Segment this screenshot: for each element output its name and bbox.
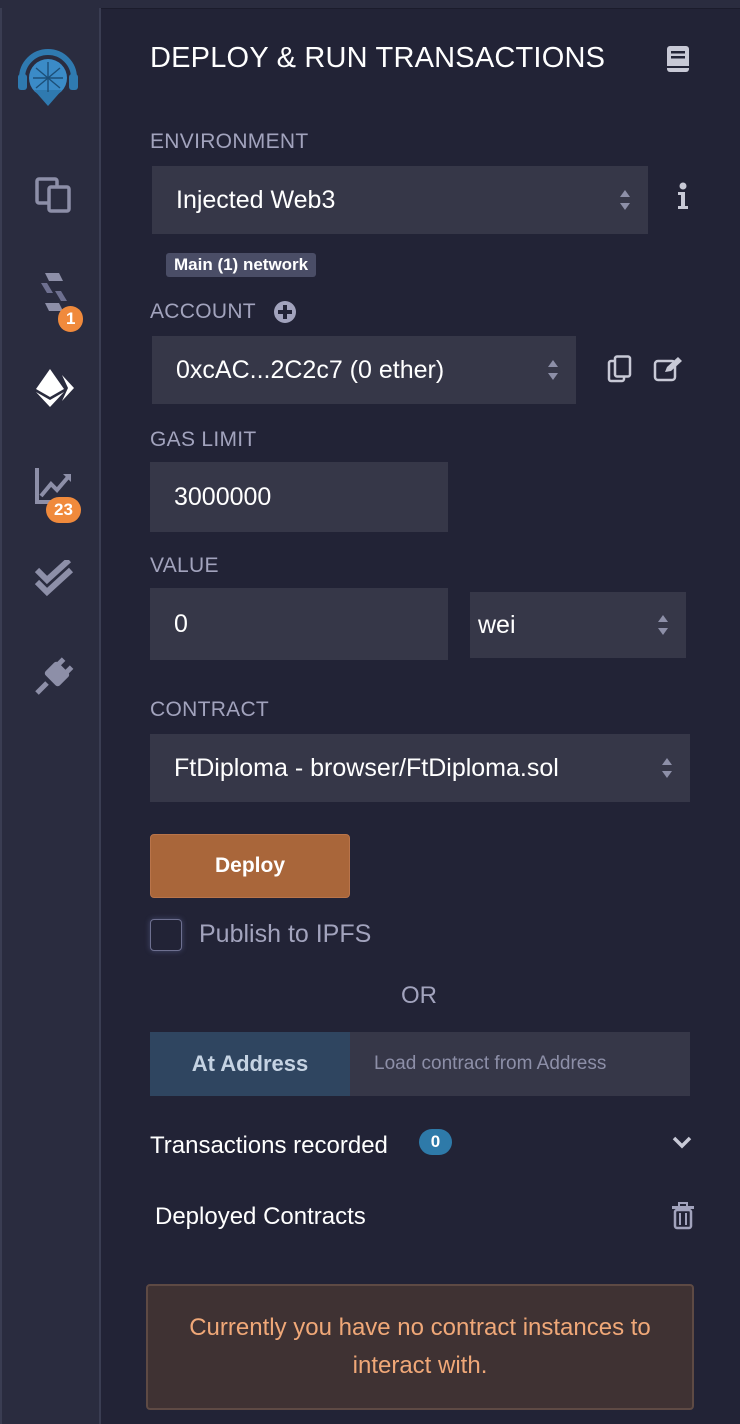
- value-unit: wei: [478, 610, 516, 639]
- publish-ipfs-checkbox[interactable]: [150, 919, 182, 951]
- compiler-badge: 1: [58, 306, 84, 332]
- network-badge: Main (1) network: [166, 253, 317, 277]
- edit-icon[interactable]: [653, 356, 683, 387]
- contract-value: FtDiploma - browser/FtDiploma.sol: [174, 753, 559, 782]
- remix-logo-icon[interactable]: [12, 40, 84, 112]
- plus-circle-icon[interactable]: [273, 300, 297, 329]
- no-instances-alert: Currently you have no contract instances…: [146, 1284, 694, 1410]
- trash-icon[interactable]: [671, 1202, 695, 1235]
- environment-label: ENVIRONMENT: [150, 130, 309, 153]
- gas-limit-label: GAS LIMIT: [150, 428, 257, 451]
- account-label: ACCOUNT: [150, 300, 256, 323]
- select-arrows-icon: [658, 615, 668, 635]
- analysis-badge: 23: [46, 497, 81, 523]
- deploy-button[interactable]: Deploy: [150, 834, 350, 898]
- contract-label: CONTRACT: [150, 698, 270, 721]
- at-address-placeholder: Load contract from Address: [374, 1053, 607, 1074]
- value-unit-select[interactable]: wei: [470, 592, 686, 658]
- at-address-button[interactable]: At Address: [150, 1032, 350, 1096]
- book-icon[interactable]: [665, 44, 691, 79]
- environment-value: Injected Web3: [176, 185, 336, 214]
- icon-sidebar: 1 23: [0, 8, 101, 1424]
- select-arrows-icon: [662, 758, 672, 778]
- value-label: VALUE: [150, 554, 219, 577]
- no-instances-message: Currently you have no contract instances…: [189, 1314, 651, 1379]
- info-icon[interactable]: [677, 182, 689, 215]
- double-check-icon[interactable]: [28, 554, 80, 606]
- plugin-plug-icon[interactable]: [28, 650, 80, 702]
- select-arrows-icon: [548, 360, 558, 380]
- environment-select[interactable]: Injected Web3: [152, 166, 648, 234]
- transactions-count-badge: 0: [419, 1129, 452, 1155]
- contract-select[interactable]: FtDiploma - browser/FtDiploma.sol: [150, 734, 690, 802]
- gas-limit-value: 3000000: [174, 482, 272, 511]
- account-value: 0xcAC...2C2c7 (0 ether): [176, 355, 445, 384]
- select-arrows-icon: [620, 190, 630, 210]
- chevron-down-icon[interactable]: [671, 1134, 693, 1155]
- or-separator: OR: [401, 982, 437, 1009]
- value-input[interactable]: 0: [150, 588, 448, 660]
- file-explorer-icon[interactable]: [28, 168, 80, 220]
- account-select[interactable]: 0xcAC...2C2c7 (0 ether): [152, 336, 576, 404]
- at-address-input[interactable]: Load contract from Address: [350, 1032, 690, 1096]
- copy-icon[interactable]: [607, 355, 633, 388]
- deployed-contracts-label: Deployed Contracts: [155, 1203, 366, 1230]
- value-amount: 0: [174, 609, 188, 638]
- ethereum-deploy-icon[interactable]: [28, 362, 80, 414]
- gas-limit-input[interactable]: 3000000: [150, 462, 448, 532]
- deploy-run-panel: DEPLOY & RUN TRANSACTIONS ENVIRONMENT In…: [103, 8, 740, 1424]
- panel-title: DEPLOY & RUN TRANSACTIONS: [150, 42, 606, 74]
- publish-ipfs-label[interactable]: Publish to IPFS: [199, 920, 371, 949]
- transactions-recorded-label[interactable]: Transactions recorded: [150, 1132, 388, 1160]
